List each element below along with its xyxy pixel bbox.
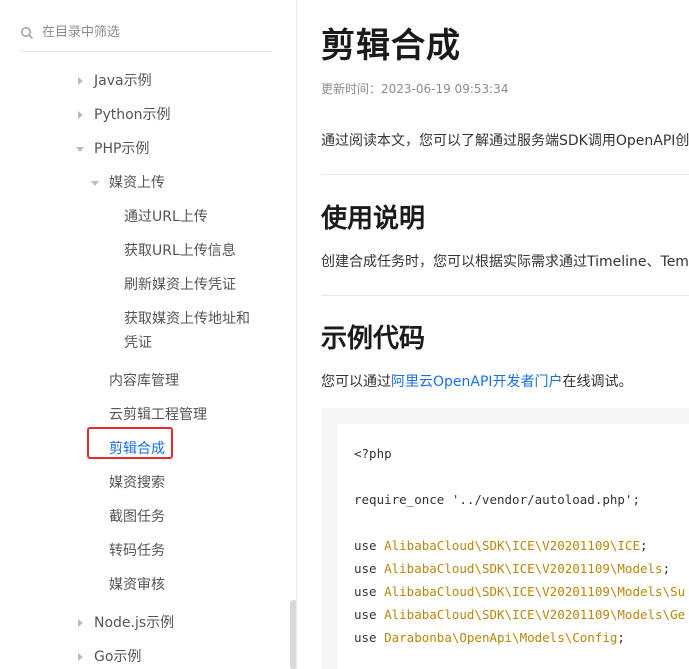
toc-item-python[interactable]: Python示例 <box>78 103 171 127</box>
code-keyword: use <box>354 538 377 553</box>
section-title-usage: 使用说明 <box>321 204 426 234</box>
toc-item-media-upload[interactable]: 媒资上传 <box>91 171 165 195</box>
toc-item-java[interactable]: Java示例 <box>78 69 152 93</box>
toc-item-content-library[interactable]: 内容库管理 <box>109 369 179 393</box>
toc-item-snapshot-task[interactable]: 截图任务 <box>109 505 165 529</box>
toc-item-label: 刷新媒资上传凭证 <box>124 277 236 293</box>
caret-right-icon <box>74 611 86 635</box>
search-icon <box>21 26 33 39</box>
toc-item-cloud-editing-project[interactable]: 云剪辑工程管理 <box>109 403 207 427</box>
code-line: <?php <box>354 446 392 461</box>
toc-item-label-line2: 凭证 <box>124 335 152 351</box>
main-content: 剪辑合成 更新时间：2023-06-19 09:53:34 通过阅读本文，您可以… <box>297 0 689 669</box>
updated-time: 更新时间：2023-06-19 09:53:34 <box>321 82 509 96</box>
caret-down-icon <box>89 171 101 195</box>
highlight-box <box>87 427 173 459</box>
code-punct: ; <box>639 538 648 553</box>
caret-down-icon <box>74 137 86 161</box>
code-keyword: use <box>354 584 377 599</box>
sidebar-search[interactable] <box>20 14 272 52</box>
code-namespace: Darabonba\OpenApi\Models\Config <box>384 630 618 645</box>
toc-item-get-upload-address[interactable]: 获取媒资上传地址和 凭证 <box>124 307 250 355</box>
divider <box>321 174 689 175</box>
toc-item-go[interactable]: Go示例 <box>78 645 142 669</box>
code-panel: <?php require_once '../vendor/autoload.p… <box>338 424 689 669</box>
code-punct: ; <box>617 630 625 645</box>
toc-item-refresh-upload-auth[interactable]: 刷新媒资上传凭证 <box>124 273 236 297</box>
code-namespace: AlibabaCloud\SDK\ICE\V20201109\Models\Ge <box>384 607 686 622</box>
code-namespace: AlibabaCloud\SDK\ICE\V20201109\ICE <box>384 538 640 553</box>
code-namespace: AlibabaCloud\SDK\ICE\V20201109\Models\Su <box>384 584 686 599</box>
toc-item-label: 通过URL上传 <box>124 209 208 225</box>
toc-item-label: 媒资审核 <box>109 577 165 593</box>
caret-right-icon <box>74 103 86 127</box>
code-keyword: use <box>354 561 377 576</box>
toc-item-label: Java示例 <box>94 73 152 89</box>
caret-right-icon <box>74 69 86 93</box>
code-block: <?php require_once '../vendor/autoload.p… <box>322 408 689 669</box>
code-punct: ; <box>662 561 671 576</box>
toc-item-upload-by-url[interactable]: 通过URL上传 <box>124 205 208 229</box>
toc-item-label: 获取URL上传信息 <box>124 243 236 259</box>
code-line: require_once '../vendor/autoload.php'; <box>354 492 640 507</box>
toc-item-transcode-task[interactable]: 转码任务 <box>109 539 165 563</box>
intro-text: 通过阅读本文，您可以了解通过服务端SDK调用OpenAPI创 <box>321 133 689 149</box>
code-keyword: use <box>354 630 377 645</box>
toc-item-label: 媒资搜索 <box>109 475 165 491</box>
search-input[interactable] <box>42 25 242 40</box>
divider <box>321 295 689 296</box>
sample-code-post: 在线调试。 <box>562 374 633 390</box>
toc-item-get-url-upload-info[interactable]: 获取URL上传信息 <box>124 239 236 263</box>
toc-item-label: PHP示例 <box>94 141 150 157</box>
toc-item-label: 内容库管理 <box>109 373 179 389</box>
sample-code-text: 您可以通过阿里云OpenAPI开发者门户在线调试。 <box>321 371 633 391</box>
sidebar: Java示例 Python示例 PHP示例 媒资上传 通过URL上传 获取URL… <box>0 0 297 669</box>
sample-code-pre: 您可以通过 <box>321 374 391 390</box>
openapi-portal-link[interactable]: 阿里云OpenAPI开发者门户 <box>391 374 563 390</box>
toc-item-nodejs[interactable]: Node.js示例 <box>78 611 175 635</box>
code-keyword: use <box>354 607 377 622</box>
page-title: 剪辑合成 <box>321 26 461 66</box>
section-title-sample-code: 示例代码 <box>321 324 426 354</box>
toc-item-label: Go示例 <box>94 649 142 665</box>
toc-item-label: 云剪辑工程管理 <box>109 407 207 423</box>
toc-item-media-search[interactable]: 媒资搜索 <box>109 471 165 495</box>
code-content: <?php require_once '../vendor/autoload.p… <box>354 442 685 649</box>
sidebar-scrollbar[interactable] <box>290 600 296 669</box>
toc-item-php[interactable]: PHP示例 <box>76 137 150 161</box>
caret-right-icon <box>74 645 86 669</box>
toc-item-label: 媒资上传 <box>109 175 165 191</box>
toc-item-label: Node.js示例 <box>94 615 175 631</box>
toc-item-label: 转码任务 <box>109 543 165 559</box>
usage-text: 创建合成任务时，您可以根据实际需求通过Timeline、Tem <box>321 254 689 270</box>
toc-item-label: 截图任务 <box>109 509 165 525</box>
toc-item-media-audit[interactable]: 媒资审核 <box>109 573 165 597</box>
toc-item-label: Python示例 <box>94 107 171 123</box>
code-namespace: AlibabaCloud\SDK\ICE\V20201109\Models <box>384 561 663 576</box>
toc-item-label: 获取媒资上传地址和 <box>124 311 250 327</box>
